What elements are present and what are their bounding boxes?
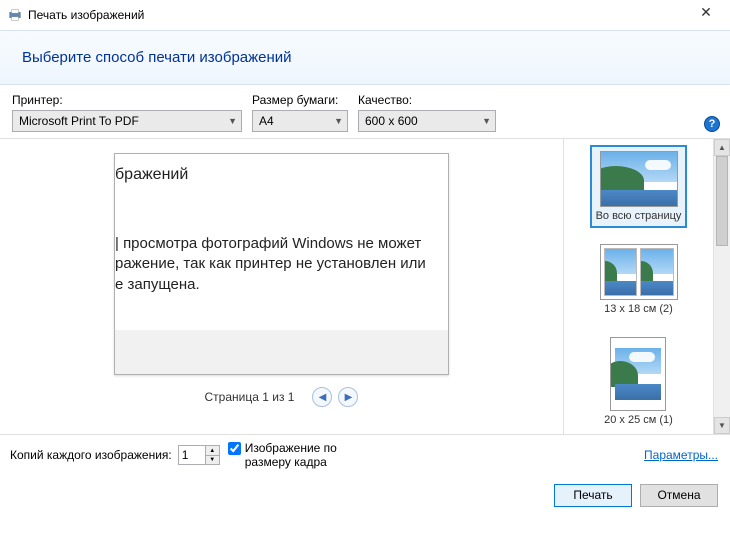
spin-up-button[interactable]: ▲ [206, 446, 219, 456]
cancel-button[interactable]: Отмена [640, 484, 718, 507]
chevron-down-icon: ▼ [334, 116, 343, 126]
help-icon[interactable]: ? [704, 116, 720, 132]
layout-13x18[interactable]: 13 x 18 см (2) [594, 238, 684, 321]
preview-line: | просмотра фотографий Windows не может [115, 234, 449, 254]
fit-frame-label: Изображение по размеру кадра [245, 441, 385, 470]
header-band: Выберите способ печати изображений [0, 30, 730, 85]
quality-label: Качество: [358, 93, 496, 107]
preview-page: бражений | просмотра фотографий Windows … [114, 153, 449, 375]
copies-spinner[interactable]: ▲ ▼ [178, 445, 220, 465]
next-page-button[interactable]: ▶ [338, 387, 358, 407]
preview-doc-title: бражений [115, 166, 188, 184]
spin-down-button[interactable]: ▼ [206, 456, 219, 465]
layout-20x25[interactable]: 20 x 25 см (1) [598, 331, 679, 432]
preview-footer-shade [115, 330, 448, 374]
paper-value: A4 [259, 114, 274, 128]
page-heading: Выберите способ печати изображений [22, 49, 708, 66]
layout-thumb [610, 337, 666, 411]
layout-label: Во всю страницу [596, 210, 682, 222]
preview-line: е запущена. [115, 275, 449, 295]
window-title: Печать изображений [28, 8, 144, 22]
fit-frame-checkbox[interactable] [228, 442, 241, 455]
layout-label: 20 x 25 см (1) [604, 414, 673, 426]
options-link[interactable]: Параметры... [644, 448, 718, 462]
printer-combo[interactable]: Microsoft Print To PDF ▼ [12, 110, 242, 132]
lower-bar: Копий каждого изображения: ▲ ▼ Изображен… [0, 434, 730, 476]
printer-value: Microsoft Print To PDF [19, 114, 139, 128]
main-area: бражений | просмотра фотографий Windows … [0, 139, 730, 434]
scroll-up-button[interactable]: ▲ [714, 139, 730, 156]
printer-label: Принтер: [12, 93, 242, 107]
scroll-thumb[interactable] [716, 156, 728, 246]
copies-label: Копий каждого изображения: [10, 448, 172, 462]
preview-line: ражение, так как принтер не установлен и… [115, 254, 449, 274]
close-icon[interactable]: ✕ [690, 4, 722, 21]
quality-value: 600 x 600 [365, 114, 418, 128]
titlebar: Печать изображений ✕ [0, 0, 730, 30]
preview-doc-body: | просмотра фотографий Windows не может … [115, 234, 449, 295]
preview-pane: бражений | просмотра фотографий Windows … [0, 139, 563, 434]
quality-combo[interactable]: 600 x 600 ▼ [358, 110, 496, 132]
layout-label: 13 x 18 см (2) [604, 303, 673, 315]
paper-combo[interactable]: A4 ▼ [252, 110, 348, 132]
layout-full-page[interactable]: Во всю страницу [590, 145, 688, 228]
layout-thumb [600, 151, 678, 207]
fit-frame-option[interactable]: Изображение по размеру кадра [228, 441, 385, 470]
controls-row: Принтер: Microsoft Print To PDF ▼ Размер… [0, 85, 730, 138]
chevron-down-icon: ▼ [228, 116, 237, 126]
prev-page-button[interactable]: ◀ [312, 387, 332, 407]
print-button[interactable]: Печать [554, 484, 632, 507]
layouts-scrollbar[interactable]: ▲ ▼ [713, 139, 730, 434]
paper-label: Размер бумаги: [252, 93, 348, 107]
layouts-pane[interactable]: Во всю страницу 13 x 18 см (2) 20 x 25 с… [563, 139, 713, 434]
printer-app-icon [8, 8, 22, 22]
chevron-down-icon: ▼ [482, 116, 491, 126]
buttons-row: Печать Отмена [0, 476, 730, 517]
copies-input[interactable] [179, 446, 205, 464]
pager-text: Страница 1 из 1 [205, 390, 295, 404]
scroll-down-button[interactable]: ▼ [714, 417, 730, 434]
pager: Страница 1 из 1 ◀ ▶ [205, 387, 359, 407]
layout-thumb [600, 244, 678, 300]
